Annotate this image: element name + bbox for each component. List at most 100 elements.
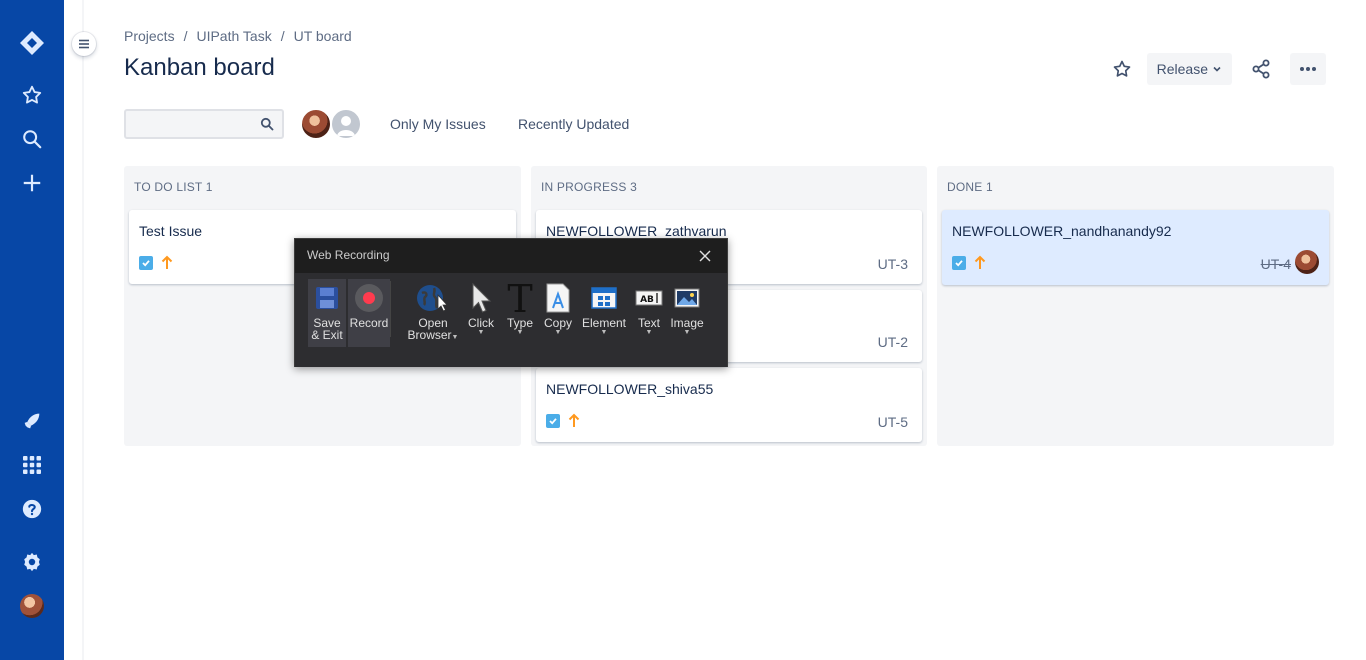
- issue-card[interactable]: NEWFOLLOWER_shiva55 UT-5: [536, 368, 922, 442]
- profile-avatar[interactable]: [20, 594, 44, 618]
- sidebar-divider: [82, 0, 84, 660]
- save-icon: [314, 279, 340, 317]
- column-done: DONE 1 NEWFOLLOWER_nandhanandy92 UT-4: [937, 166, 1334, 446]
- element-label: Element: [581, 316, 627, 330]
- element-button[interactable]: Element ▼: [579, 279, 629, 347]
- text-button[interactable]: AB Text ▼: [633, 279, 665, 347]
- priority-high-icon: [974, 255, 986, 276]
- cursor-icon: [469, 279, 493, 317]
- recorder-title: Web Recording: [307, 248, 390, 262]
- caret-down-icon: ▼: [516, 329, 524, 336]
- image-label: Image: [670, 316, 704, 330]
- share-button[interactable]: [1245, 53, 1277, 85]
- filter-only-my-issues[interactable]: Only My Issues: [390, 116, 486, 132]
- text-field-icon: AB: [635, 279, 663, 317]
- image-button[interactable]: Image ▼: [667, 279, 707, 347]
- close-icon: [699, 250, 711, 262]
- column-count: 1: [986, 180, 993, 194]
- priority-high-icon: [568, 413, 580, 434]
- issue-key: UT-3: [877, 256, 908, 272]
- copy-button[interactable]: Copy ▼: [539, 279, 577, 347]
- caret-down-icon: ▼: [645, 329, 653, 336]
- user-icon: [337, 116, 355, 136]
- issue-key: UT-5: [877, 414, 908, 430]
- column-title: DONE: [947, 180, 983, 194]
- svg-text:AB: AB: [640, 295, 654, 305]
- caret-down-icon: ▼: [477, 329, 485, 336]
- type-label: Type: [506, 316, 533, 330]
- unassigned-avatar[interactable]: [330, 108, 362, 140]
- svg-text:T: T: [507, 281, 532, 315]
- record-icon: [354, 279, 384, 317]
- click-label: Click: [468, 316, 494, 330]
- save-exit-button[interactable]: Save & Exit: [308, 279, 346, 347]
- more-actions-button[interactable]: [1290, 53, 1326, 85]
- issue-key: UT-4: [1260, 256, 1291, 272]
- board-search: [124, 109, 284, 139]
- issue-summary: NEWFOLLOWER_zathvarun: [546, 223, 727, 239]
- collapse-sidebar-button[interactable]: [72, 32, 96, 56]
- column-count: 1: [205, 180, 213, 194]
- assignee-avatar[interactable]: [300, 108, 332, 140]
- breadcrumb-separator: /: [183, 28, 188, 44]
- column-header: DONE 1: [947, 180, 993, 194]
- chevron-down-icon: [1213, 66, 1221, 72]
- priority-high-icon: [161, 255, 173, 276]
- text-label: Text: [637, 316, 660, 330]
- caret-down-icon: ▼: [683, 329, 691, 336]
- app-switcher-icon[interactable]: [16, 449, 48, 481]
- column-title: IN PROGRESS: [541, 180, 627, 194]
- copy-label: Copy: [543, 316, 572, 330]
- column-count: 3: [630, 180, 637, 194]
- type-button[interactable]: T Type ▼: [503, 279, 537, 347]
- breadcrumb: Projects / UIPath Task / UT board: [124, 28, 352, 44]
- menu-icon: [79, 39, 89, 49]
- star-board-button[interactable]: [1106, 53, 1138, 85]
- search-input[interactable]: [126, 111, 246, 137]
- starred-icon[interactable]: [16, 79, 48, 111]
- issue-key: UT-2: [877, 334, 908, 350]
- share-icon: [1252, 59, 1270, 79]
- search-icon[interactable]: [16, 123, 48, 155]
- task-type-icon: [952, 256, 966, 270]
- column-header: TO DO LIST 1: [134, 180, 213, 194]
- page-title: Kanban board: [124, 54, 275, 81]
- assignee-avatar: [1295, 250, 1319, 274]
- type-icon: T: [505, 279, 535, 317]
- issue-summary: NEWFOLLOWER_shiva55: [546, 381, 714, 397]
- recorder-actions: Save & Exit Record Open Browser▼ Click ▼: [295, 273, 727, 367]
- click-button[interactable]: Click ▼: [465, 279, 497, 347]
- breadcrumb-project[interactable]: UIPath Task: [196, 28, 271, 44]
- record-button[interactable]: Record: [348, 279, 390, 347]
- separator: [390, 281, 391, 337]
- issue-summary: Test Issue: [139, 223, 203, 239]
- column-header: IN PROGRESS 3: [541, 180, 637, 194]
- jira-logo-icon[interactable]: [16, 27, 48, 59]
- create-icon[interactable]: [16, 167, 48, 199]
- close-recorder-button[interactable]: [695, 246, 715, 266]
- copy-text-icon: [545, 279, 571, 317]
- globe-icon: [416, 279, 450, 317]
- open-browser-button[interactable]: Open Browser▼: [407, 279, 459, 347]
- column-title: TO DO LIST: [134, 180, 203, 194]
- release-label: Release: [1156, 61, 1208, 77]
- open-browser-label-2: Browser▼: [407, 328, 459, 342]
- settings-icon[interactable]: [16, 546, 48, 578]
- task-type-icon: [139, 256, 153, 270]
- element-icon: [591, 279, 617, 317]
- caret-down-icon: ▼: [554, 329, 562, 336]
- more-icon: [1300, 67, 1316, 71]
- issue-card[interactable]: NEWFOLLOWER_nandhanandy92 UT-4: [942, 210, 1329, 285]
- record-label: Record: [349, 316, 389, 330]
- breadcrumb-projects[interactable]: Projects: [124, 28, 175, 44]
- task-type-icon: [546, 414, 560, 428]
- caret-down-icon: ▼: [600, 329, 608, 336]
- breadcrumb-board[interactable]: UT board: [294, 28, 352, 44]
- image-icon: [674, 279, 700, 317]
- filter-recently-updated[interactable]: Recently Updated: [518, 116, 629, 132]
- save-label-2: & Exit: [311, 328, 343, 342]
- rocket-icon[interactable]: [16, 405, 48, 437]
- help-icon[interactable]: [16, 493, 48, 525]
- breadcrumb-separator: /: [280, 28, 285, 44]
- release-button[interactable]: Release: [1146, 53, 1232, 85]
